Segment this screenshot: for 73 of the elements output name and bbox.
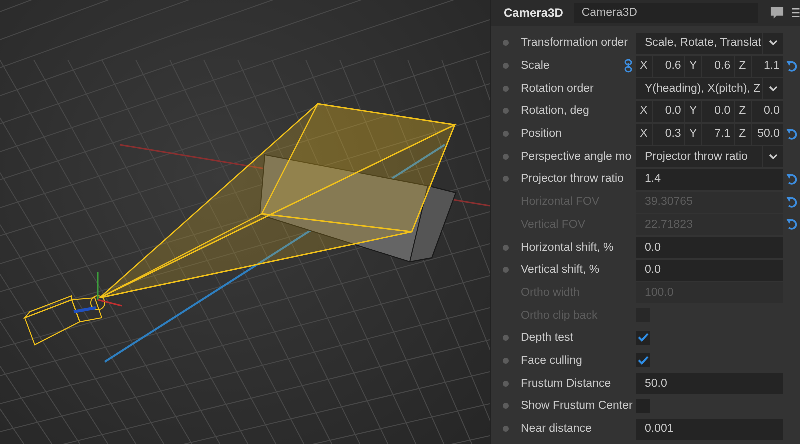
property-label: Scale (521, 60, 551, 72)
input-field[interactable]: 1.4 (636, 168, 783, 190)
reset-icon[interactable] (786, 60, 798, 73)
row-bullet (503, 131, 509, 138)
row-bullet (503, 403, 509, 410)
row-bullet (503, 176, 509, 182)
chevron-down-icon (768, 86, 778, 92)
axis-label: Z (734, 100, 751, 122)
axis-label: Y (685, 124, 702, 145)
checkbox[interactable] (636, 353, 650, 368)
chevron-down-icon (768, 154, 778, 160)
property-label: Near distance (521, 423, 593, 436)
property-label: Position (521, 128, 563, 140)
row-bullet (503, 86, 509, 92)
property-label: Face culling (521, 354, 584, 367)
link-icon[interactable] (624, 59, 633, 74)
row-bullet (503, 380, 509, 387)
input-field[interactable]: 0.0 (636, 237, 783, 258)
input-field[interactable]: 0.0 (636, 260, 783, 281)
check-icon (638, 356, 648, 365)
menu-icon[interactable] (792, 8, 800, 18)
axis-label: X (636, 124, 652, 145)
property-label: Horizontal shift, % (521, 242, 615, 254)
dropdown-field[interactable]: Projector throw ratio (636, 146, 762, 168)
property-label: Projector throw ratio (521, 173, 625, 186)
property-label: Transformation order (521, 37, 629, 50)
number-field[interactable]: 0.0 (653, 100, 684, 122)
axis-label: Z (734, 56, 751, 77)
number-field[interactable]: 0.0 (752, 100, 783, 122)
axis-label: X (636, 56, 652, 77)
number-field[interactable]: 0.3 (653, 124, 684, 145)
dropdown-button[interactable] (763, 146, 783, 168)
input-field[interactable]: 0.001 (636, 418, 783, 440)
input-field[interactable]: 50.0 (636, 373, 783, 394)
property-label: Vertical shift, % (521, 264, 601, 276)
number-field[interactable]: 0.6 (702, 56, 734, 77)
axis-label: X (636, 100, 652, 122)
row-bullet (503, 244, 509, 251)
property-label: Rotation order (521, 82, 595, 95)
number-field[interactable]: 1.1 (752, 56, 783, 77)
row-bullet (503, 358, 509, 364)
row-bullet (503, 63, 509, 70)
row-bullet (503, 154, 509, 160)
property-label: Perspective angle mo (521, 150, 633, 163)
row-bullet (503, 40, 509, 46)
axis-label: Z (734, 124, 751, 145)
dropdown-button[interactable] (763, 78, 783, 100)
help-icon[interactable] (770, 6, 784, 20)
number-field[interactable]: 0.0 (702, 100, 734, 122)
property-label: Frustum Distance (521, 378, 612, 390)
number-field[interactable]: 7.1 (702, 124, 734, 145)
chevron-down-icon (768, 40, 778, 46)
check-icon (638, 333, 648, 342)
property-label: Show Frustum Center (521, 400, 634, 412)
number-field[interactable]: 50.0 (752, 124, 783, 145)
axis-label: Y (685, 56, 702, 77)
dropdown-button[interactable] (763, 32, 783, 54)
axis-label: Y (685, 100, 702, 122)
property-label: Rotation, deg (521, 105, 590, 118)
name-field[interactable]: Camera3D (574, 3, 758, 23)
checkbox[interactable] (636, 330, 650, 345)
row-bullet (503, 426, 509, 432)
reset-icon[interactable] (786, 128, 798, 141)
row-bullet (503, 267, 509, 274)
row-bullet (503, 108, 509, 114)
reset-icon[interactable] (786, 172, 798, 186)
dropdown-field[interactable]: Y(heading), X(pitch), Z (636, 78, 762, 100)
row-bullet (503, 335, 509, 342)
axis-gizmo (97, 272, 122, 307)
number-field[interactable]: 0.6 (653, 56, 684, 77)
dropdown-field[interactable]: Scale, Rotate, Translat (636, 32, 762, 54)
panel-title: Camera3D (504, 6, 564, 20)
property-label: Depth test (521, 332, 574, 344)
